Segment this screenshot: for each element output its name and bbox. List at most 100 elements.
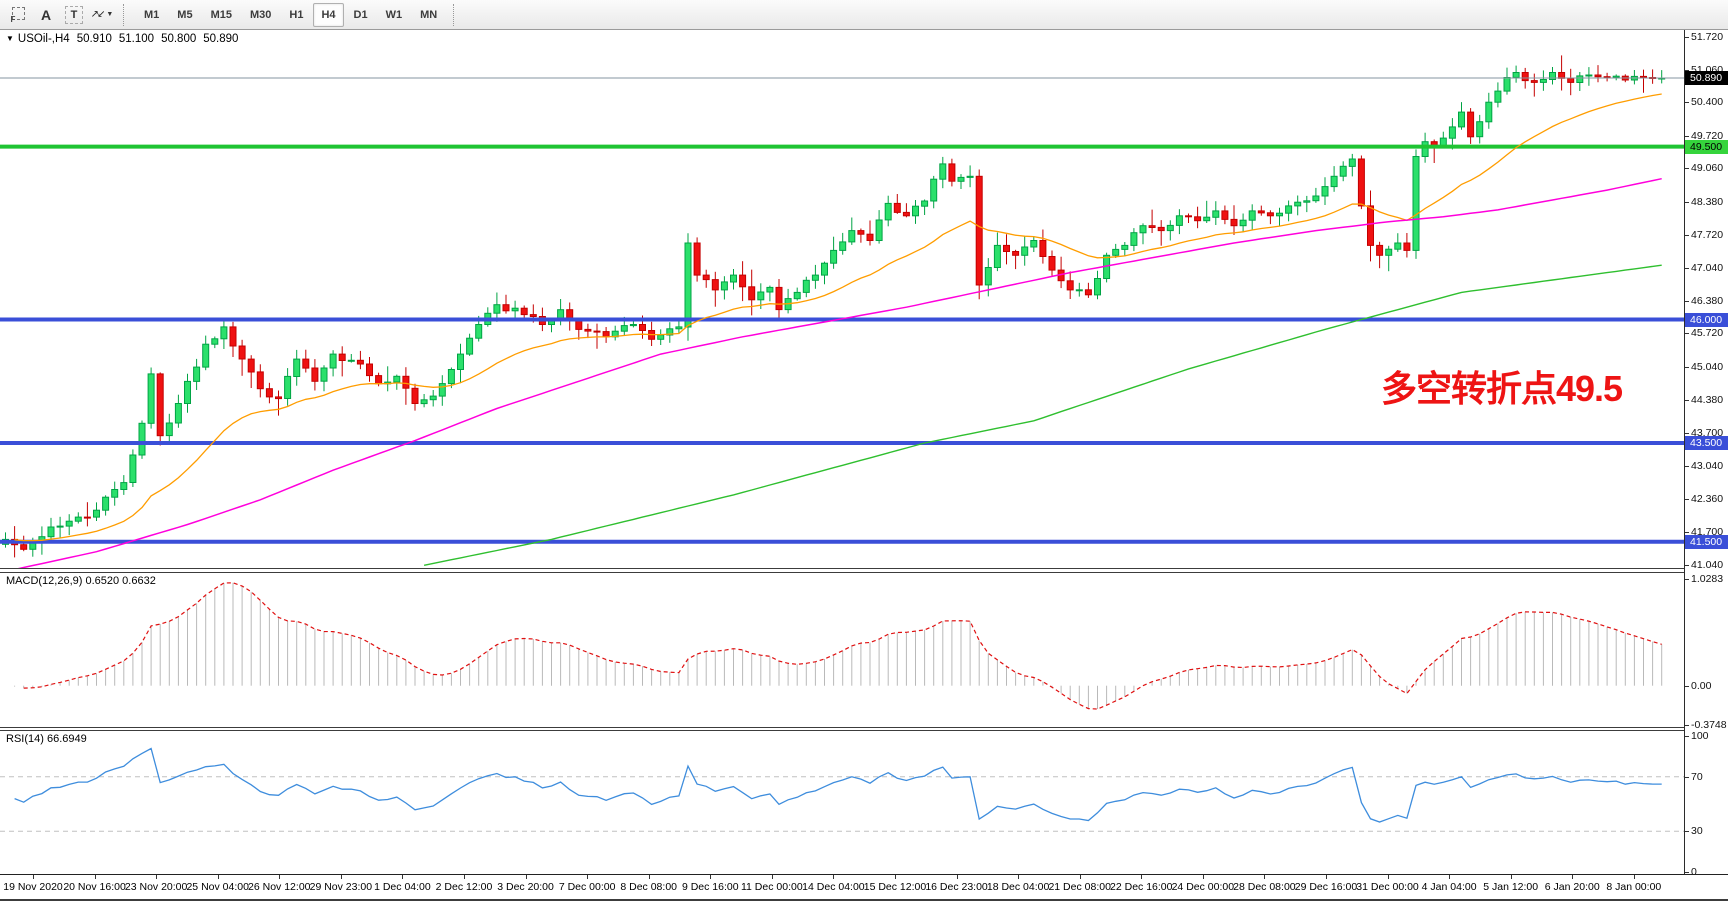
ohlc-low: 50.800 [161, 33, 196, 45]
axis-tick-mark [1685, 872, 1689, 873]
time-tick-mark [95, 875, 96, 879]
time-tick-mark [526, 875, 527, 879]
axis-tick-mark [1685, 466, 1689, 467]
rsi-panel[interactable]: RSI(14) 66.6949 [0, 731, 1684, 874]
rsi-scale-label: 30 [1691, 825, 1703, 837]
axis-tick-mark [1685, 831, 1689, 832]
time-tick-label: 19 Nov 2020 [3, 881, 63, 893]
timeframe-button-h1[interactable]: H1 [281, 3, 311, 27]
timeframe-button-m1[interactable]: M1 [136, 3, 167, 27]
time-tick-label: 22 Dec 16:00 [1110, 881, 1172, 893]
time-tick-label: 28 Dec 08:00 [1233, 881, 1295, 893]
time-tick-label: 14 Dec 04:00 [802, 881, 864, 893]
time-tick-mark [1511, 875, 1512, 879]
time-tick-label: 6 Jan 20:00 [1545, 881, 1600, 893]
price-tick-label: 49.060 [1691, 162, 1723, 174]
axis-tick-mark [1685, 565, 1689, 566]
time-tick-mark [464, 875, 465, 879]
time-tick-label: 8 Jan 00:00 [1606, 881, 1661, 893]
trading-terminal-window: F A T ↗↙ ▼ M1 M5 M15 M30 H1 H4 D1 W1 MN … [0, 0, 1728, 901]
rsi-chart-canvas[interactable] [0, 731, 1684, 874]
axis-tick-mark [1685, 268, 1689, 269]
axis-tick-mark [1685, 433, 1689, 434]
toolbar-separator [123, 4, 130, 26]
axis-tick-mark [1685, 725, 1689, 726]
text-annotation[interactable]: 多空转折点49.5 [1381, 360, 1622, 412]
time-tick-mark [33, 875, 34, 879]
time-tick-label: 23 Nov 20:00 [125, 881, 187, 893]
time-tick-label: 18 Dec 04:00 [987, 881, 1049, 893]
macd-scale-label: 1.0283 [1691, 573, 1723, 585]
freehand-f-tool-button[interactable]: F [5, 2, 31, 28]
time-tick-label: 16 Dec 23:00 [925, 881, 987, 893]
time-tick-label: 31 Dec 00:00 [1356, 881, 1418, 893]
symbol-period-label: USOil-,H4 [18, 33, 70, 45]
price-tick-label: 50.400 [1691, 96, 1723, 108]
axis-tick-mark [1685, 532, 1689, 533]
time-tick-mark [1449, 875, 1450, 879]
axis-tick-mark [1685, 777, 1689, 778]
symbol-dropdown-icon[interactable]: ▼ [6, 34, 14, 43]
time-tick-mark [341, 875, 342, 879]
macd-panel[interactable]: MACD(12,26,9) 0.6520 0.6632 [0, 573, 1684, 727]
time-tick-label: 9 Dec 16:00 [682, 881, 739, 893]
current-price-badge: 50.890 [1685, 71, 1728, 85]
axis-tick-mark [1685, 579, 1689, 580]
macd-scale-label: -0.3748 [1691, 719, 1727, 731]
axis-tick-mark [1685, 202, 1689, 203]
axis-tick-mark [1685, 333, 1689, 334]
price-tick-label: 45.720 [1691, 327, 1723, 339]
timeframe-button-w1[interactable]: W1 [378, 3, 411, 27]
time-tick-mark [833, 875, 834, 879]
arrow-objects-tool-button[interactable]: ↗↙ ▼ [89, 2, 115, 28]
f-tool-icon: F [11, 7, 26, 22]
timeframe-button-d1[interactable]: D1 [346, 3, 376, 27]
text-box-icon: T [65, 6, 83, 24]
price-chart-canvas[interactable] [0, 30, 1684, 568]
time-tick-mark [1572, 875, 1573, 879]
text-box-tool-button[interactable]: T [61, 2, 87, 28]
main-chart-panel[interactable]: ▼USOil-,H450.91051.10050.80050.890 多空转折点… [0, 30, 1684, 568]
time-tick-label: 7 Dec 00:00 [559, 881, 616, 893]
rsi-scale-label: 100 [1691, 730, 1709, 742]
time-tick-label: 4 Jan 04:00 [1422, 881, 1477, 893]
level-price-badge: 41.500 [1685, 535, 1728, 549]
timeframe-button-m15[interactable]: M15 [203, 3, 240, 27]
ohlc-open: 50.910 [77, 33, 112, 45]
timeframe-button-m30[interactable]: M30 [242, 3, 279, 27]
time-tick-label: 3 Dec 20:00 [497, 881, 554, 893]
time-tick-mark [957, 875, 958, 879]
time-tick-mark [1018, 875, 1019, 879]
time-tick-label: 11 Dec 00:00 [741, 881, 803, 893]
toolbar: F A T ↗↙ ▼ M1 M5 M15 M30 H1 H4 D1 W1 MN [0, 0, 1728, 30]
chart-title: ▼USOil-,H450.91051.10050.80050.890 [6, 33, 238, 45]
time-axis[interactable]: 19 Nov 202020 Nov 16:0023 Nov 20:0025 No… [0, 874, 1728, 901]
time-tick-label: 15 Dec 12:00 [864, 881, 926, 893]
candles [3, 55, 1665, 557]
axis-tick-mark [1685, 168, 1689, 169]
text-label-icon: A [41, 7, 51, 23]
text-label-tool-button[interactable]: A [33, 2, 59, 28]
horizontal-level-lines[interactable] [0, 147, 1684, 542]
time-tick-mark [1388, 875, 1389, 879]
timeframe-button-m5[interactable]: M5 [169, 3, 200, 27]
macd-chart-canvas[interactable] [0, 573, 1684, 727]
time-tick-label: 24 Dec 00:00 [1172, 881, 1234, 893]
time-tick-mark [649, 875, 650, 879]
price-axis[interactable]: 51.72051.06050.40049.72049.06048.38047.7… [1684, 30, 1728, 875]
rsi-level-lines [0, 777, 1684, 831]
price-tick-label: 47.040 [1691, 262, 1723, 274]
timeframe-button-mn[interactable]: MN [412, 3, 445, 27]
axis-tick-mark [1685, 136, 1689, 137]
axis-tick-mark [1685, 499, 1689, 500]
time-tick-mark [1141, 875, 1142, 879]
timeframe-button-h4[interactable]: H4 [313, 3, 343, 27]
time-tick-mark [772, 875, 773, 879]
time-tick-mark [1326, 875, 1327, 879]
ohlc-high: 51.100 [119, 33, 154, 45]
axis-tick-mark [1685, 102, 1689, 103]
macd-label: MACD(12,26,9) 0.6520 0.6632 [6, 575, 156, 587]
time-tick-mark [1080, 875, 1081, 879]
level-price-badge: 46.000 [1685, 313, 1728, 327]
time-tick-label: 5 Jan 12:00 [1483, 881, 1538, 893]
